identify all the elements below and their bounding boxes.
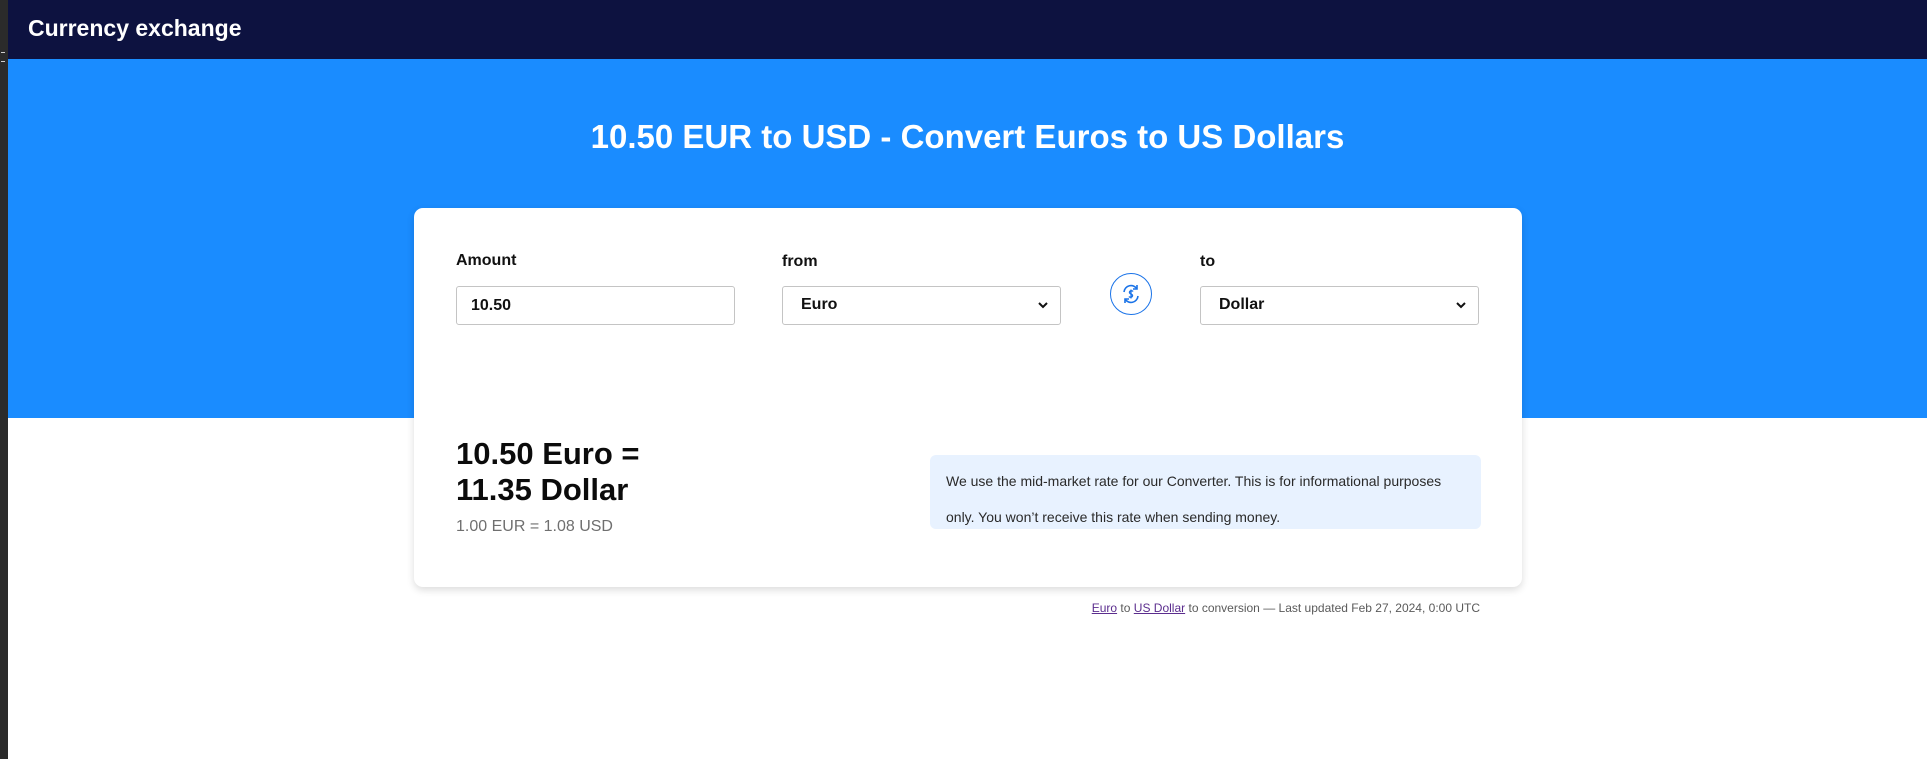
converter-card: Amount from Euro to Dollar 10.50 Euro = …: [414, 208, 1522, 587]
mid-market-notice: We use the mid-market rate for our Conve…: [930, 455, 1481, 529]
amount-label: Amount: [456, 252, 517, 269]
result-to-amount: 11.35 Dollar: [456, 472, 629, 507]
resize-grip-icon[interactable]: [1, 52, 5, 62]
from-currency-select[interactable]: Euro: [782, 286, 1061, 325]
top-navbar: Currency exchange: [8, 0, 1927, 59]
footer-to-text: to: [1120, 601, 1131, 615]
chevron-down-icon: [1456, 302, 1466, 309]
from-currency-value: Euro: [801, 296, 838, 313]
conversion-result: 10.50 Euro = 11.35 Dollar: [456, 436, 776, 508]
chevron-down-icon: [1038, 302, 1048, 309]
window-edge-strip: [0, 0, 8, 759]
result-from-amount: 10.50 Euro =: [456, 436, 640, 471]
to-currency-select[interactable]: Dollar: [1200, 286, 1479, 325]
euro-link[interactable]: Euro: [1092, 601, 1117, 615]
from-label: from: [782, 253, 818, 270]
swap-currencies-button[interactable]: [1110, 273, 1152, 315]
page-title: 10.50 EUR to USD - Convert Euros to US D…: [590, 118, 1345, 155]
us-dollar-link[interactable]: US Dollar: [1134, 601, 1185, 615]
amount-input[interactable]: [456, 286, 735, 325]
to-label: to: [1200, 253, 1216, 270]
footer-updated-text: to conversion — Last updated Feb 27, 202…: [1188, 601, 1480, 615]
brand-title[interactable]: Currency exchange: [28, 15, 241, 42]
currency-swap-icon: [1123, 284, 1139, 304]
to-currency-value: Dollar: [1219, 296, 1265, 313]
exchange-rate: 1.00 EUR = 1.08 USD: [456, 518, 613, 535]
conversion-footer: Euro to US Dollar to conversion — Last u…: [1092, 601, 1480, 615]
